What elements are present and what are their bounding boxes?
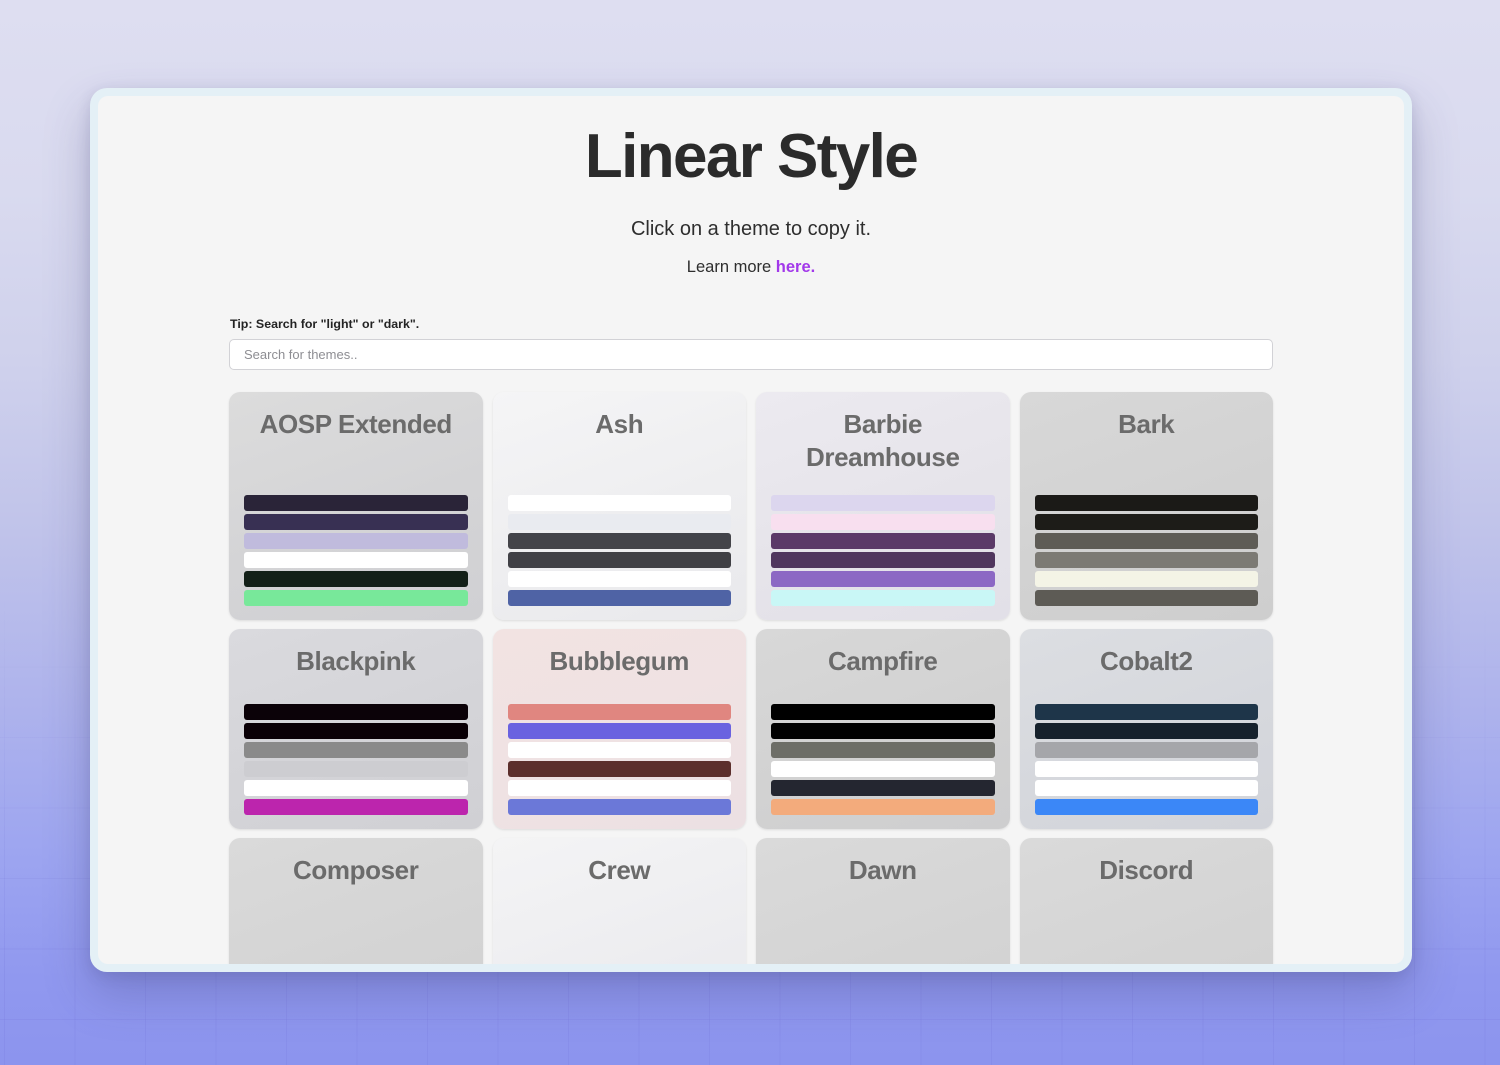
theme-swatch (771, 533, 995, 550)
theme-swatch (507, 723, 731, 740)
theme-card[interactable]: Barbie Dreamhouse (756, 392, 1010, 621)
search-input[interactable] (229, 339, 1273, 371)
theme-swatch (1034, 590, 1258, 607)
theme-name: Ash (595, 409, 644, 440)
search-section: Tip: Search for "light" or "dark". (229, 277, 1273, 371)
theme-swatch (1034, 552, 1258, 569)
theme-swatch (244, 742, 468, 759)
linear-style-page: Linear Style Click on a theme to copy it… (98, 96, 1404, 964)
theme-swatch (771, 761, 995, 778)
theme-card[interactable]: Crew (492, 838, 746, 964)
theme-swatch (1034, 514, 1258, 531)
theme-name: Campfire (828, 646, 938, 677)
page-subtitle: Click on a theme to copy it. (630, 218, 872, 241)
theme-swatch (507, 704, 731, 721)
theme-card[interactable]: Blackpink (229, 629, 483, 830)
theme-swatch-list (244, 704, 468, 816)
theme-swatch (771, 780, 995, 797)
theme-swatch (507, 761, 731, 778)
theme-card[interactable]: Composer (229, 838, 483, 964)
theme-card[interactable]: Discord (1019, 838, 1273, 964)
theme-swatch-list (507, 704, 731, 816)
theme-swatch (507, 780, 731, 797)
theme-swatch (507, 552, 731, 569)
page-title: Linear Style (584, 122, 919, 191)
theme-swatch (507, 742, 731, 759)
theme-name: Dawn (848, 855, 917, 886)
theme-swatch (507, 514, 731, 531)
theme-swatch (244, 495, 468, 512)
theme-swatch-list (771, 704, 995, 816)
theme-name: AOSP Extended (259, 409, 453, 440)
theme-name: Blackpink (296, 646, 416, 677)
theme-swatch (771, 799, 995, 816)
theme-swatch (1034, 761, 1258, 778)
theme-swatch (1034, 495, 1258, 512)
theme-swatch (771, 723, 995, 740)
theme-card[interactable]: Dawn (756, 838, 1010, 964)
theme-card[interactable]: Bubblegum (492, 629, 746, 830)
theme-card[interactable]: Campfire (756, 629, 1010, 830)
theme-swatch (507, 799, 731, 816)
theme-swatch (771, 742, 995, 759)
theme-swatch-list (1034, 495, 1258, 607)
theme-swatch (244, 590, 468, 607)
theme-swatch (771, 704, 995, 721)
theme-swatch (507, 533, 731, 550)
learn-more-link[interactable]: here. (776, 258, 815, 276)
theme-swatch (1034, 742, 1258, 759)
search-tip-label: Tip: Search for "light" or "dark". (230, 317, 420, 332)
theme-swatch (244, 761, 468, 778)
theme-swatch (244, 799, 468, 816)
theme-swatch (244, 514, 468, 531)
theme-swatch (244, 533, 468, 550)
desktop-background: Linear Style Click on a theme to copy it… (0, 0, 1500, 1065)
learn-more-text: Learn more (686, 258, 776, 277)
theme-swatch-list (1034, 704, 1258, 816)
learn-more-line: Learn more here. (98, 258, 1404, 277)
theme-swatch (244, 552, 468, 569)
theme-swatch (244, 780, 468, 797)
theme-swatch (507, 571, 731, 588)
theme-swatch (771, 590, 995, 607)
theme-swatch (507, 495, 731, 512)
theme-swatch-list (507, 495, 731, 607)
theme-name: Discord (1099, 855, 1194, 886)
theme-swatch (1034, 571, 1258, 588)
theme-swatch (771, 514, 995, 531)
theme-swatch (771, 571, 995, 588)
browser-window: Linear Style Click on a theme to copy it… (90, 88, 1412, 972)
theme-card[interactable]: Cobalt2 (1019, 629, 1273, 830)
theme-swatch (771, 495, 995, 512)
theme-name: Composer (293, 855, 419, 886)
theme-name: Barbie Dreamhouse (806, 409, 960, 472)
theme-swatch (1034, 723, 1258, 740)
browser-viewport: Linear Style Click on a theme to copy it… (98, 96, 1404, 964)
theme-swatch (1034, 533, 1258, 550)
theme-card[interactable]: Bark (1019, 392, 1273, 621)
theme-swatch (507, 590, 731, 607)
theme-swatch-list (244, 495, 468, 607)
theme-name: Bark (1118, 409, 1175, 440)
theme-name: Crew (588, 855, 651, 886)
theme-swatch (244, 704, 468, 721)
theme-swatch-list (771, 495, 995, 607)
theme-swatch (1034, 780, 1258, 797)
theme-card[interactable]: Ash (492, 392, 746, 621)
theme-card[interactable]: AOSP Extended (229, 392, 483, 621)
theme-swatch (1034, 704, 1258, 721)
theme-swatch (244, 723, 468, 740)
theme-swatch (771, 552, 995, 569)
theme-swatch (244, 571, 468, 588)
theme-name: Cobalt2 (1099, 646, 1193, 677)
theme-grid: AOSP Extended Ash Barbie Dreamhouse Bark Bla… (229, 392, 1273, 964)
theme-swatch (1034, 799, 1258, 816)
theme-name: Bubblegum (549, 646, 690, 677)
